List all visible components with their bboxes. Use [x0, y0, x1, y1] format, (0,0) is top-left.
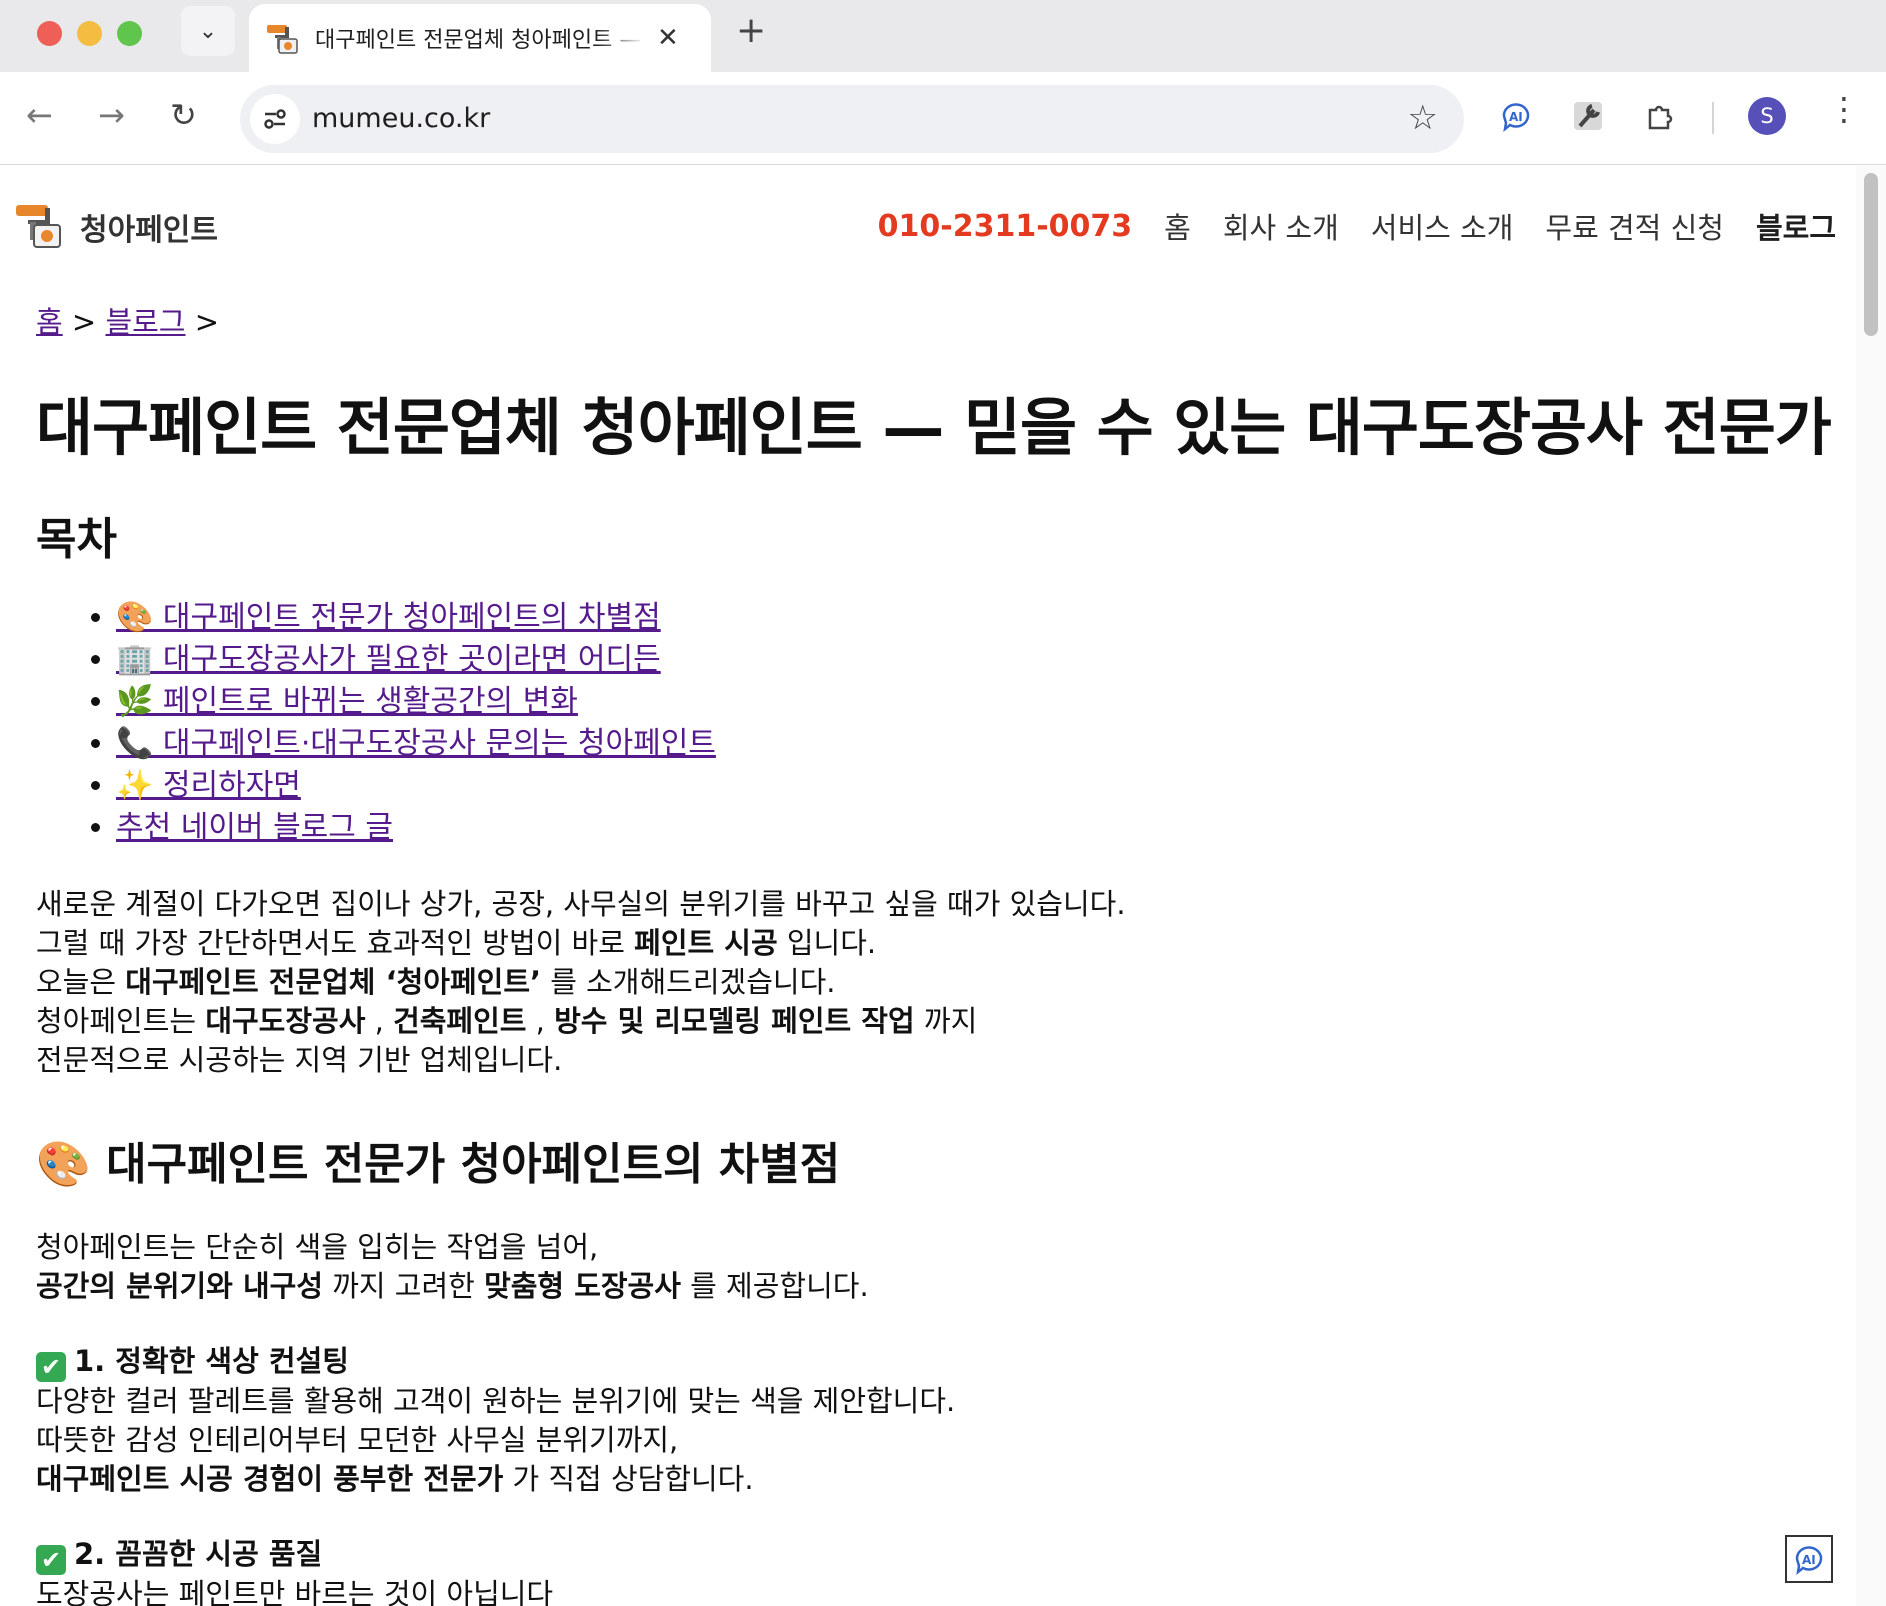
intro-text: 를 소개해드리겠습니다. [541, 965, 836, 999]
feature-line: 도장공사는 페인트만 바르는 것이 아닙니다 [36, 1577, 554, 1606]
url-text[interactable]: mumeu.co.kr [312, 103, 490, 134]
scrollbar-thumb[interactable] [1864, 173, 1878, 336]
nav-free-quote[interactable]: 무료 견적 신청 [1545, 205, 1724, 247]
toc-item: 추천 네이버 블로그 글 [116, 807, 1836, 849]
ai-chat-icon: AI [1795, 1546, 1823, 1576]
intro-line: 전문적으로 시공하는 지역 기반 업체입니다. [36, 1043, 563, 1077]
tab-title: 대구페인트 전문업체 청아페인트 — 믿을 수 있는 대구도장공사 전문가 [315, 28, 645, 53]
toc-heading: 목차 [36, 514, 117, 565]
toc-item: 🎨 대구페인트 전문가 청아페인트의 차별점 [116, 597, 1836, 639]
site-header: 청아페인트 010-2311-0073 홈 회사 소개 서비스 소개 무료 견적… [0, 165, 1856, 275]
ai-assistant-floating-button[interactable]: AI [1785, 1535, 1833, 1583]
toc-item: ✨ 정리하자면 [116, 765, 1836, 807]
new-tab-button[interactable]: + [736, 10, 766, 51]
forward-arrow-icon[interactable]: → [98, 96, 125, 134]
bookmark-star-icon[interactable]: ☆ [1408, 98, 1438, 138]
section-heading: 🎨 대구페인트 전문가 청아페인트의 차별점 [36, 1139, 841, 1190]
intro-bold: 페인트 시공 [634, 926, 778, 960]
feature-bold: 대구페인트 시공 경험이 풍부한 전문가 [36, 1462, 504, 1496]
intro-text: 청아페인트는 [36, 1004, 206, 1038]
intro-text: 오늘은 [36, 965, 126, 999]
intro-bold: 대구도장공사 [205, 1004, 366, 1038]
toc-link[interactable]: 📞 대구페인트·대구도장공사 문의는 청아페인트 [116, 726, 716, 761]
toc-link[interactable]: ✨ 정리하자면 [116, 768, 301, 803]
nav-about[interactable]: 회사 소개 [1223, 205, 1339, 247]
section-text: 까지 고려한 [323, 1269, 485, 1303]
toc-item: 📞 대구페인트·대구도장공사 문의는 청아페인트 [116, 723, 1836, 765]
feature-title-text: 1. 정확한 색상 컨설팅 [74, 1344, 349, 1378]
tab-search-button[interactable]: ⌄ [181, 6, 235, 56]
intro-text: 입니다. [777, 926, 877, 960]
reload-icon[interactable]: ↻ [170, 96, 197, 134]
browser-toolbar: ← → ↻ mumeu.co.kr ☆ AI S ⋮ [0, 72, 1886, 165]
feature-title: ✔ 2. 꼼꼼한 시공 품질 [36, 1535, 1836, 1575]
web-page: 청아페인트 010-2311-0073 홈 회사 소개 서비스 소개 무료 견적… [0, 165, 1856, 1606]
maximize-window-button[interactable] [117, 21, 142, 46]
feature-title-text: 2. 꼼꼼한 시공 품질 [74, 1537, 323, 1571]
site-info-icon[interactable] [250, 94, 300, 144]
intro-text: 그럴 때 가장 간단하면서도 효과적인 방법이 바로 [36, 926, 635, 960]
toc-link[interactable]: 🌿 페인트로 바뀌는 생활공간의 변화 [116, 684, 578, 719]
feature-line: 다양한 컬러 팔레트를 활용해 고객이 원하는 분위기에 맞는 색을 제안합니다… [36, 1384, 956, 1418]
check-mark-icon: ✔ [36, 1352, 66, 1382]
tool-extension-icon[interactable] [1566, 94, 1610, 138]
nav-blog[interactable]: 블로그 [1756, 205, 1836, 247]
intro-bold: 건축페인트 [393, 1004, 527, 1038]
intro-text: , [365, 1004, 394, 1038]
page-scrollbar[interactable] [1856, 165, 1886, 1606]
svg-text:AI: AI [1509, 110, 1523, 124]
breadcrumb-home-link[interactable]: 홈 [36, 305, 63, 339]
address-bar[interactable]: mumeu.co.kr ☆ [240, 85, 1464, 153]
toc-item: 🌿 페인트로 바뀌는 생활공간의 변화 [116, 681, 1836, 723]
puzzle-icon[interactable] [1638, 94, 1682, 138]
breadcrumb-separator: > [194, 305, 220, 339]
browser-tab-bar: ⌄ 대구페인트 전문업체 청아페인트 — 믿을 수 있는 대구도장공사 전문가 … [0, 0, 1886, 72]
section-line: 청아페인트는 단순히 색을 입히는 작업을 넘어, [36, 1230, 599, 1264]
section-bold: 맞춤형 도장공사 [484, 1269, 681, 1303]
minimize-window-button[interactable] [77, 21, 102, 46]
feature-paragraph: 도장공사는 페인트만 바르는 것이 아닙니다 [36, 1575, 1836, 1606]
intro-bold: 방수 및 리모델링 페인트 작업 [554, 1004, 915, 1038]
ai-extension-icon[interactable]: AI [1494, 94, 1538, 138]
toc-link[interactable]: 🏢 대구도장공사가 필요한 곳이라면 어디든 [116, 642, 661, 677]
site-nav: 010-2311-0073 홈 회사 소개 서비스 소개 무료 견적 신청 블로… [878, 205, 1836, 247]
menu-icon[interactable]: ⋮ [1828, 90, 1860, 128]
nav-phone-number[interactable]: 010-2311-0073 [878, 209, 1133, 244]
svg-text:AI: AI [1802, 1553, 1816, 1567]
intro-text: 까지 [914, 1004, 978, 1038]
feature-text: 가 직접 상담합니다. [503, 1462, 754, 1496]
intro-line: 새로운 계절이 다가오면 집이나 상가, 공장, 사무실의 분위기를 바꾸고 싶… [36, 887, 1126, 921]
close-window-button[interactable] [37, 21, 62, 46]
breadcrumb-separator: > [71, 305, 97, 339]
feature-line: 따뜻한 감성 인테리어부터 모던한 사무실 분위기까지, [36, 1423, 679, 1457]
close-tab-icon[interactable]: ✕ [657, 23, 679, 53]
section-bold: 공간의 분위기와 내구성 [36, 1269, 323, 1303]
article-content: 홈 > 블로그 > 대구페인트 전문업체 청아페인트 — 믿을 수 있는 대구도… [36, 275, 1836, 1606]
back-arrow-icon[interactable]: ← [26, 96, 53, 134]
paint-roller-favicon-icon [267, 25, 298, 54]
intro-paragraph: 새로운 계절이 다가오면 집이나 상가, 공장, 사무실의 분위기를 바꾸고 싶… [36, 885, 1836, 1080]
profile-avatar[interactable]: S [1748, 97, 1786, 135]
feature-paragraph: 다양한 컬러 팔레트를 활용해 고객이 원하는 분위기에 맞는 색을 제안합니다… [36, 1382, 1836, 1499]
section-paragraph: 청아페인트는 단순히 색을 입히는 작업을 넘어, 공간의 분위기와 내구성 까… [36, 1228, 1836, 1306]
check-mark-icon: ✔ [36, 1545, 66, 1575]
table-of-contents: 🎨 대구페인트 전문가 청아페인트의 차별점 🏢 대구도장공사가 필요한 곳이라… [36, 597, 1836, 849]
paint-roller-logo-icon[interactable] [14, 201, 64, 251]
section-text: 를 제공합니다. [680, 1269, 869, 1303]
browser-tab-active[interactable]: 대구페인트 전문업체 청아페인트 — 믿을 수 있는 대구도장공사 전문가 ✕ [249, 4, 711, 72]
breadcrumb-blog-link[interactable]: 블로그 [105, 305, 185, 339]
nav-home[interactable]: 홈 [1164, 205, 1191, 247]
article-title: 대구페인트 전문업체 청아페인트 — 믿을 수 있는 대구도장공사 전문가 [36, 391, 1832, 464]
breadcrumb: 홈 > 블로그 > [36, 299, 1836, 341]
toc-link[interactable]: 추천 네이버 블로그 글 [116, 810, 393, 845]
feature-title: ✔ 1. 정확한 색상 컨설팅 [36, 1342, 1836, 1382]
chevron-down-icon: ⌄ [198, 18, 218, 44]
nav-services[interactable]: 서비스 소개 [1371, 205, 1514, 247]
intro-bold: 대구페인트 전문업체 ‘청아페인트’ [125, 965, 542, 999]
intro-text: , [526, 1004, 555, 1038]
toc-item: 🏢 대구도장공사가 필요한 곳이라면 어디든 [116, 639, 1836, 681]
toc-link[interactable]: 🎨 대구페인트 전문가 청아페인트의 차별점 [116, 600, 661, 635]
toolbar-divider [1712, 102, 1714, 134]
site-logo-text[interactable]: 청아페인트 [80, 205, 218, 249]
